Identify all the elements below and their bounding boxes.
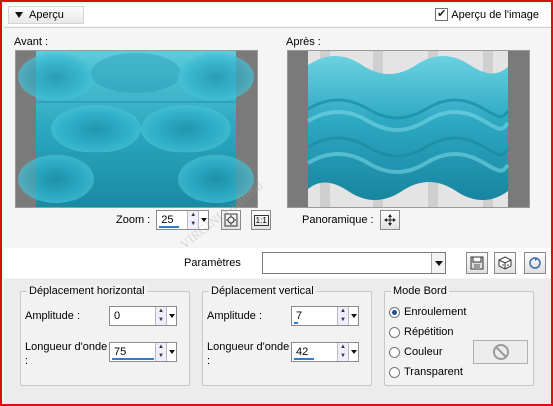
move-icon[interactable] [379,210,400,230]
v-wavelength-dropdown-icon[interactable] [348,343,358,361]
zoom-value-text: 25 [161,214,174,226]
v-amplitude-row: Amplitude : 7 ▲ ▼ [207,306,367,326]
v-wavelength-label: Longueur d'onde : [207,341,290,367]
after-preview[interactable] [287,50,530,208]
h-wavelength-arrows[interactable]: ▲ ▼ [155,343,166,361]
settings-panel: Déplacement horizontal Amplitude : 0 ▲ ▼ … [4,279,551,404]
save-preset-icon[interactable] [466,252,488,274]
preview-image-toggle[interactable]: ✔ Aperçu de l'image [435,8,539,21]
randomize-icon[interactable] [494,252,516,274]
radio-enroulement[interactable]: Enroulement [389,306,466,318]
v-wavelength-spinner[interactable]: 42 ▲ ▼ [291,342,359,362]
h-amplitude-dropdown-icon[interactable] [166,307,176,325]
radio-couleur[interactable]: Couleur [389,346,443,358]
h-wavelength-dropdown-icon[interactable] [166,343,176,361]
reset-icon[interactable] [524,252,546,274]
apercu-label: Aperçu [29,9,64,21]
preview-panel: Avant : Après : Zoom: 25 ▲ ▼ 1:1 Panora… [4,28,551,246]
v-wavelength-text: 42 [296,346,309,358]
h-wavelength-label: Longueur d'onde : [25,341,108,367]
h-amplitude-text: 0 [114,310,121,322]
pan-row: Panoramique : [302,210,400,230]
v-wavelength-row: Longueur d'onde : 42 ▲ ▼ [207,340,367,368]
v-amplitude-bar[interactable] [294,322,298,324]
before-label: Avant : [14,36,49,48]
before-preview[interactable] [15,50,258,208]
preview-header: Aperçu ✔ Aperçu de l'image [4,4,551,26]
radio-couleur-label: Couleur [404,346,443,358]
zoom-value[interactable]: 25 [157,211,187,229]
preview-checkbox[interactable]: ✔ [435,8,449,21]
preset-combobox[interactable] [262,252,446,274]
h-amplitude-value[interactable]: 0 [110,307,155,325]
zoom-dropdown-icon[interactable] [198,211,208,229]
radio-repetition-button[interactable] [389,326,400,338]
h-wavelength-value[interactable]: 75 [110,343,155,361]
pan-label: Panoramique : [302,214,374,226]
vertical-group: Déplacement vertical Amplitude : 7 ▲ ▼ Lo… [202,285,372,386]
zoom-arrows[interactable]: ▲ ▼ [187,211,199,229]
edge-mode-title: Mode Bord [391,285,449,297]
h-wavelength-text: 75 [114,346,127,358]
v-amplitude-label: Amplitude : [207,310,263,322]
after-label: Après : [286,36,321,48]
h-amplitude-row: Amplitude : 0 ▲ ▼ [25,306,185,326]
v-wavelength-bar[interactable] [294,358,314,360]
h-amplitude-arrows[interactable]: ▲ ▼ [155,307,166,325]
actual-size-text: 1:1 [253,214,269,226]
vertical-title: Déplacement vertical [209,285,316,297]
after-image [288,51,529,207]
v-amplitude-text: 7 [296,310,303,322]
v-amplitude-value[interactable]: 7 [292,307,337,325]
v-amplitude-spinner[interactable]: 7 ▲ ▼ [291,306,359,326]
dialog-frame: Aperçu ✔ Aperçu de l'image Avant : Après… [0,0,553,406]
radio-transparent[interactable]: Transparent [389,366,463,378]
parameters-label: Paramètres [184,257,241,269]
radio-transparent-button[interactable] [389,366,400,378]
parameters-row: Paramètres [4,248,551,278]
zoom-up-icon[interactable]: ▲ [188,211,199,220]
apercu-toggle[interactable]: Aperçu [8,6,84,24]
horizontal-title: Déplacement horizontal [27,285,147,297]
radio-couleur-button[interactable] [389,346,400,358]
edge-mode-group: Mode Bord Enroulement Répétition Couleur… [384,285,534,386]
h-amplitude-spinner[interactable]: 0 ▲ ▼ [109,306,177,326]
zoom-row: Zoom : 25 ▲ ▼ 1:1 [116,210,272,230]
h-wavelength-bar[interactable] [112,358,154,360]
horizontal-group: Déplacement horizontal Amplitude : 0 ▲ ▼ … [20,285,190,386]
collapse-triangle-icon [15,12,23,18]
actual-size-icon[interactable]: 1:1 [251,210,272,230]
v-wavelength-value[interactable]: 42 [292,343,337,361]
v-amplitude-arrows[interactable]: ▲ ▼ [337,307,348,325]
fit-icon[interactable] [221,210,242,230]
no-color-icon [492,344,509,360]
zoom-slider-bar[interactable] [159,226,180,228]
v-amplitude-dropdown-icon[interactable] [348,307,358,325]
h-wavelength-row: Longueur d'onde : 75 ▲ ▼ [25,340,185,368]
radio-repetition[interactable]: Répétition [389,326,454,338]
color-swatch[interactable] [473,340,528,364]
v-wavelength-arrows[interactable]: ▲ ▼ [337,343,348,361]
radio-enroulement-button[interactable] [389,306,400,318]
radio-transparent-label: Transparent [404,366,463,378]
h-wavelength-spinner[interactable]: 75 ▲ ▼ [109,342,177,362]
radio-repetition-label: Répétition [404,326,454,338]
preview-checkbox-label: Aperçu de l'image [451,8,539,21]
preset-dropdown-icon[interactable] [431,253,445,273]
before-image [16,51,257,207]
h-amplitude-label: Amplitude : [25,310,81,322]
zoom-down-icon[interactable]: ▼ [188,220,199,229]
radio-enroulement-label: Enroulement [404,306,467,318]
zoom-spinner[interactable]: 25 ▲ ▼ [156,210,210,230]
zoom-label: Zoom : [116,214,151,226]
